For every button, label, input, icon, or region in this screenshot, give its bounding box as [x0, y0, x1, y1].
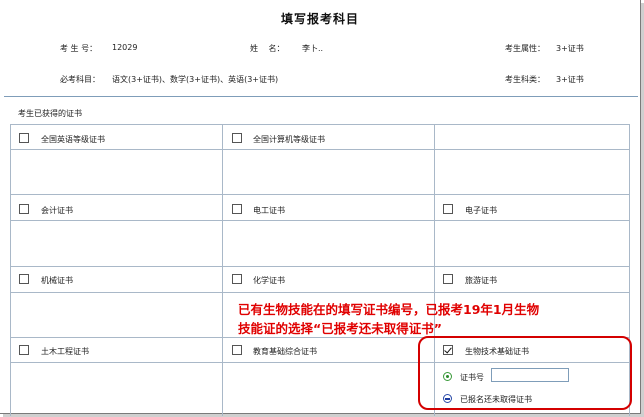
subjects-value: 语文(3+证书)、数学(3+证书)、英语(3+证书)	[112, 75, 279, 84]
grid-line	[10, 149, 630, 150]
section-divider	[4, 96, 638, 97]
cert-label-chemistry: 化学证书	[253, 276, 285, 285]
page-title: 填写报考科目	[280, 12, 359, 26]
cert-label-education: 教育基础综合证书	[253, 347, 317, 356]
grid-line	[10, 292, 630, 293]
exam-no-label: 考 生 号：	[60, 44, 98, 53]
section-label: 考生已获得的证书	[18, 109, 82, 118]
category-label: 考生科类：	[505, 75, 545, 84]
annotation-highlight-box	[418, 336, 632, 410]
exam-no-value: 12029	[112, 43, 138, 52]
name-label: 姓 名：	[250, 44, 285, 53]
cert-label-computer: 全国计算机等级证书	[253, 135, 325, 144]
cert-label-electrician: 电工证书	[253, 206, 285, 215]
grid-line	[10, 194, 630, 195]
cert-checkbox-electronics[interactable]	[443, 204, 453, 214]
cert-label-english: 全国英语等级证书	[41, 135, 105, 144]
cert-checkbox-education[interactable]	[232, 345, 242, 355]
cert-checkbox-computer[interactable]	[232, 133, 242, 143]
cert-checkbox-chemistry[interactable]	[232, 274, 242, 284]
cert-label-electronics: 电子证书	[465, 206, 497, 215]
name-value: 李卜..	[302, 44, 324, 53]
grid-line	[10, 266, 630, 267]
cert-label-mechanical: 机械证书	[41, 276, 73, 285]
grid-line	[10, 124, 630, 125]
cert-checkbox-civil[interactable]	[19, 345, 29, 355]
annotation-note: 已有生物技能在的填写证书编号，已报考19年1月生物 技能证的选择“已报考还未取得…	[238, 300, 638, 338]
cert-label-tourism: 旅游证书	[465, 276, 497, 285]
cert-label-civil: 土木工程证书	[41, 347, 89, 356]
cert-label-accounting: 会计证书	[41, 206, 73, 215]
annotation-line-1: 已有生物技能在的填写证书编号，已报考19年1月生物	[238, 302, 540, 317]
attr-value: 3+证书	[556, 44, 584, 53]
cert-checkbox-accounting[interactable]	[19, 204, 29, 214]
attr-label: 考生属性：	[505, 44, 545, 53]
grid-line	[222, 124, 223, 416]
subjects-label: 必考科目：	[60, 75, 100, 84]
grid-line	[10, 124, 11, 416]
cert-checkbox-mechanical[interactable]	[19, 274, 29, 284]
category-value: 3+证书	[556, 75, 584, 84]
cert-checkbox-english[interactable]	[19, 133, 29, 143]
grid-line	[10, 220, 630, 221]
cert-checkbox-electrician[interactable]	[232, 204, 242, 214]
cert-checkbox-tourism[interactable]	[443, 274, 453, 284]
